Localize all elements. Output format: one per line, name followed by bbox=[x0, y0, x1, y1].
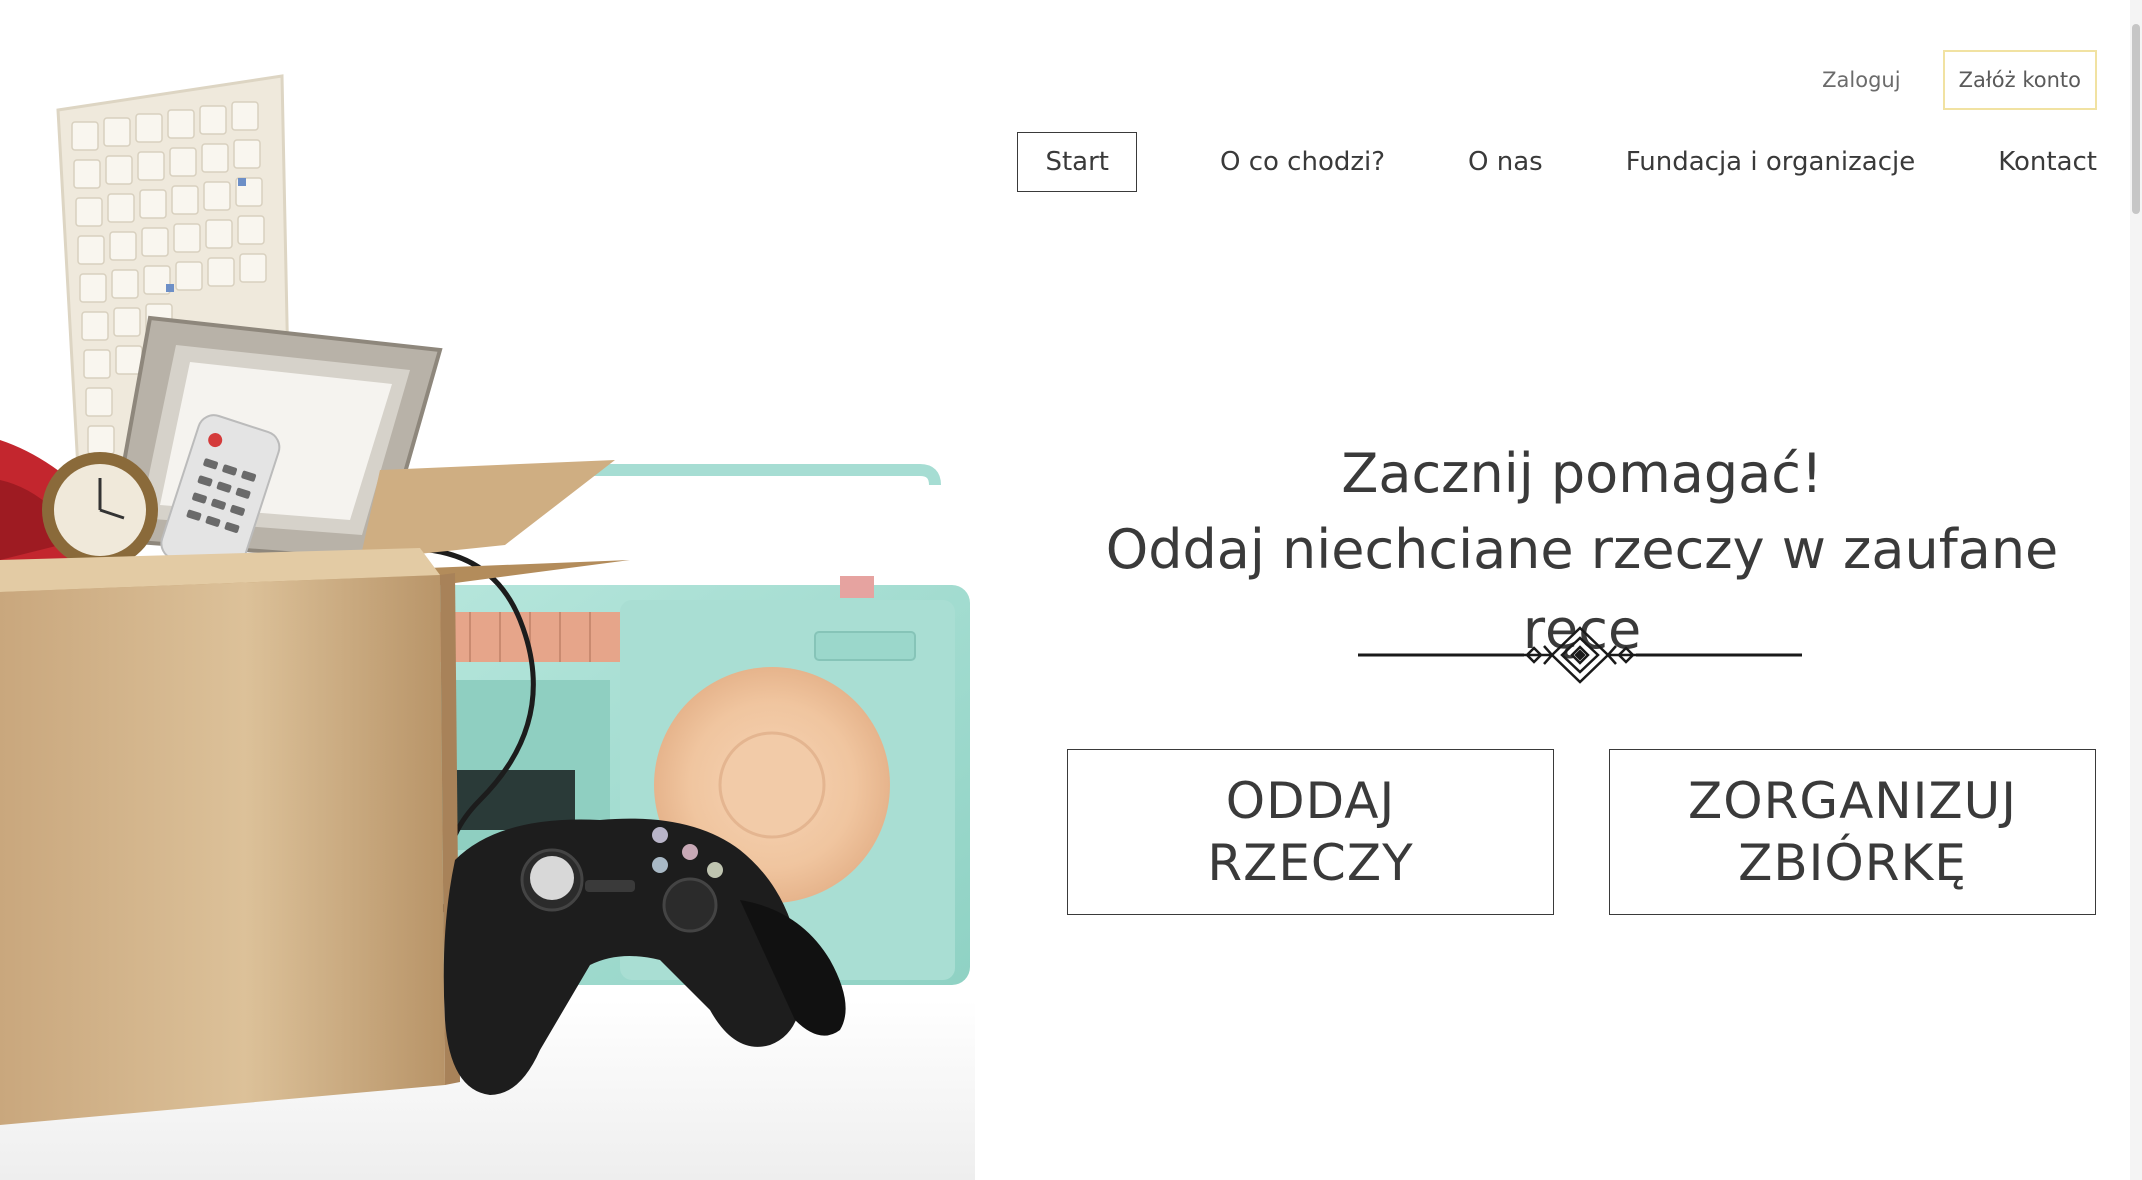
login-link[interactable]: Zaloguj bbox=[1822, 62, 1900, 98]
page-scrollbar[interactable] bbox=[2130, 0, 2142, 1180]
nav-item-foundations[interactable]: Fundacja i organizacje bbox=[1626, 133, 1916, 191]
scrollbar-thumb[interactable] bbox=[2132, 24, 2140, 214]
give-items-label-line2: RZECZY bbox=[1207, 834, 1414, 892]
organize-collection-label-line1: ZORGANIZUJ bbox=[1687, 772, 2018, 830]
auth-links: Zaloguj Załóż konto bbox=[1822, 50, 2097, 110]
give-items-button[interactable]: ODDAJ RZECZY bbox=[1067, 749, 1554, 915]
hero-heading-line1: Zacznij pomagać! bbox=[1341, 442, 1823, 505]
nav-item-about-concept[interactable]: O co chodzi? bbox=[1220, 133, 1385, 191]
organize-collection-button[interactable]: ZORGANIZUJ ZBIÓRKĘ bbox=[1609, 749, 2096, 915]
landing-page: Zaloguj Załóż konto Start O co chodzi? O… bbox=[0, 0, 2142, 1180]
give-items-label-line1: ODDAJ bbox=[1225, 772, 1396, 830]
decorative-divider-icon bbox=[1358, 624, 1802, 684]
register-button[interactable]: Załóż konto bbox=[1942, 50, 2097, 110]
organize-collection-label-line2: ZBIÓRKĘ bbox=[1738, 834, 1967, 892]
main-nav: Start O co chodzi? O nas Fundacja i orga… bbox=[1017, 132, 2097, 192]
nav-item-about-us[interactable]: O nas bbox=[1468, 133, 1543, 191]
hero-illustration bbox=[0, 0, 980, 1180]
nav-item-start[interactable]: Start bbox=[1017, 132, 1137, 192]
nav-item-contact[interactable]: Kontact bbox=[1998, 133, 2097, 191]
